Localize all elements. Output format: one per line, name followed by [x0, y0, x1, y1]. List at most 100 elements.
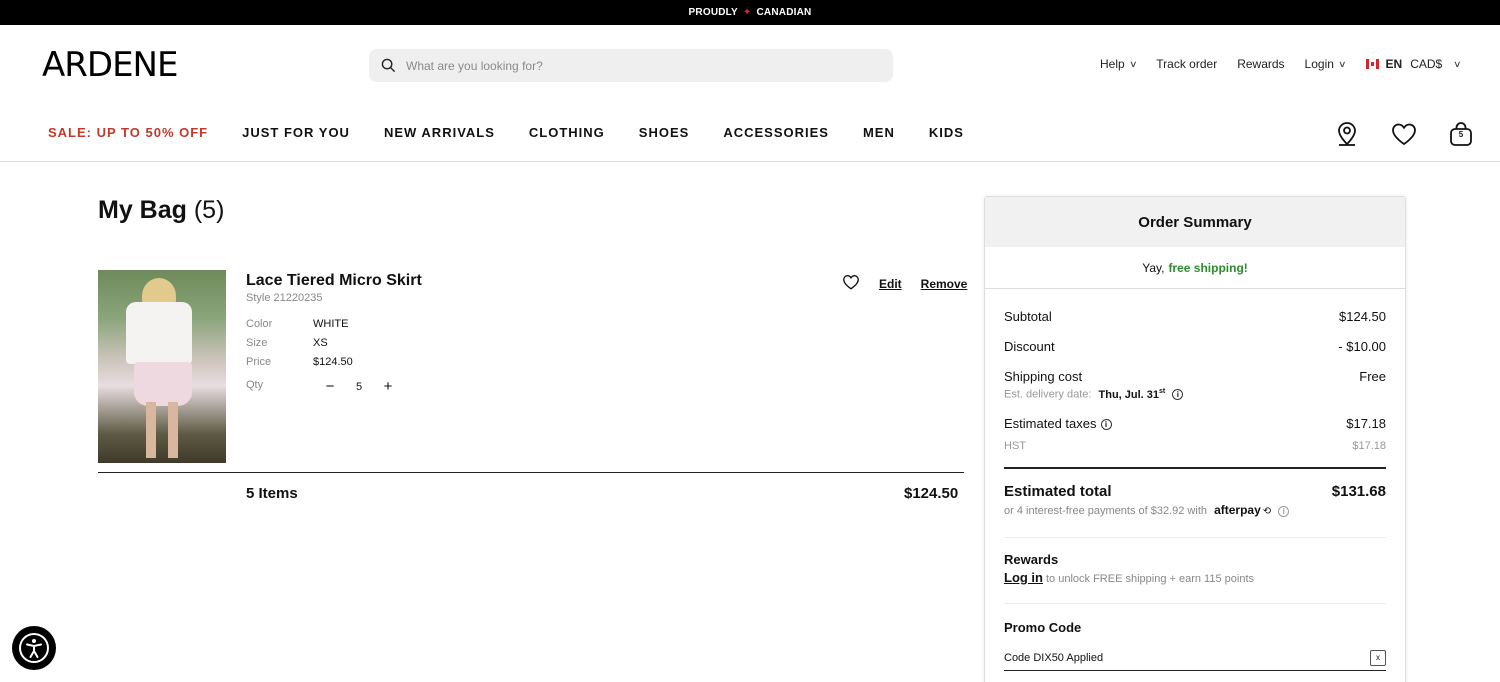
accessibility-icon [19, 633, 49, 663]
subtotal-row: Subtotal $124.50 [1004, 309, 1386, 324]
remove-link[interactable]: Remove [921, 277, 968, 291]
discount-value: - $10.00 [1338, 339, 1386, 354]
qty-label: Qty [246, 379, 264, 391]
items-total: $124.50 [904, 485, 959, 502]
product-image[interactable] [98, 270, 226, 463]
bag-title-text: My Bag [98, 196, 187, 224]
promo-heading: Promo Code [1004, 620, 1082, 635]
bag-count-badge: 5 [1458, 130, 1464, 139]
utility-nav: Help ∨ Track order Rewards Login ∨ EN CAD$… [1100, 57, 1481, 71]
discount-label: Discount [1004, 339, 1055, 354]
promo-code-field[interactable]: Code DIX50 Applied x [1004, 645, 1386, 671]
nav-item-accessories[interactable]: ACCESSORIES [723, 125, 829, 140]
search-bar[interactable] [369, 49, 893, 82]
qty-decrease-button[interactable]: − [320, 378, 340, 395]
hst-label: HST [1004, 440, 1026, 452]
nav-item-new-arrivals[interactable]: NEW ARRIVALS [384, 125, 495, 140]
delivery-date-row: Est. delivery date: Thu, Jul. 31st i [1004, 388, 1184, 401]
taxes-value: $17.18 [1346, 416, 1386, 431]
info-icon[interactable]: i [1278, 505, 1290, 517]
nav-item-shoes[interactable]: SHOES [639, 125, 690, 140]
nav-item-sale[interactable]: SALE: UP TO 50% OFF [48, 125, 208, 140]
color-value: WHITE [313, 318, 349, 330]
order-summary-title: Order Summary [985, 197, 1405, 247]
qty-value[interactable]: 5 [340, 381, 378, 393]
hst-row: HST $17.18 [1004, 440, 1386, 452]
header-icons: 5 [1333, 119, 1500, 149]
subtotal-label: Subtotal [1004, 309, 1052, 324]
price-label: Price [246, 356, 272, 368]
search-input[interactable] [406, 58, 866, 73]
promo-divider [1004, 603, 1386, 604]
afterpay-logo[interactable]: afterpay [1214, 503, 1261, 517]
wishlist-button[interactable] [1390, 119, 1418, 149]
info-icon[interactable]: i [1100, 419, 1112, 431]
rewards-text-row: Log in to unlock FREE shipping + earn 115… [1004, 570, 1254, 585]
chevron-down-icon: ∨ [1453, 58, 1462, 69]
currency-label: CAD$ [1410, 57, 1443, 71]
rewards-divider [1004, 537, 1386, 538]
nav-item-kids[interactable]: KIDS [929, 125, 964, 140]
maple-leaf-icon: ✦ [742, 7, 752, 18]
quantity-stepper: − 5 + [320, 378, 398, 395]
login-label: Login [1304, 57, 1334, 71]
free-shipping-text: free shipping! [1168, 260, 1248, 275]
help-menu[interactable]: Help ∨ [1100, 57, 1138, 71]
order-summary-panel: Order Summary Yay, free shipping! Subtot… [984, 196, 1406, 682]
bag-button[interactable]: 5 [1447, 119, 1475, 149]
store-locator-button[interactable] [1333, 119, 1361, 149]
chevron-down-icon: ∨ [1128, 58, 1138, 69]
login-menu[interactable]: Login ∨ [1304, 57, 1347, 71]
shipping-value: Free [1359, 369, 1386, 384]
topbar-right-text: CANADIAN [756, 7, 812, 18]
topbar-left-text: PROUDLY [688, 7, 738, 18]
product-style: Style 21220235 [246, 292, 323, 304]
afterpay-text: or 4 interest-free payments of $32.92 wi… [1004, 505, 1207, 517]
size-label: Size [246, 337, 268, 349]
promo-code-value: Code DIX50 Applied [1004, 651, 1104, 664]
estimated-total-row: Estimated total $131.68 [1004, 483, 1386, 500]
product-actions: Edit Remove [842, 273, 967, 294]
estimated-total-label: Estimated total [1004, 483, 1112, 500]
main-nav: SALE: UP TO 50% OFF JUST FOR YOU NEW ARR… [48, 125, 998, 140]
nav-item-clothing[interactable]: CLOTHING [529, 125, 605, 140]
header-divider [0, 161, 1500, 162]
track-order-link[interactable]: Track order [1156, 57, 1217, 71]
nav-item-men[interactable]: MEN [863, 125, 895, 140]
track-order-label: Track order [1156, 57, 1218, 71]
location-pin-icon [1338, 122, 1356, 146]
rewards-label: Rewards [1237, 57, 1285, 71]
estimated-total-value: $131.68 [1331, 483, 1386, 500]
qty-increase-button[interactable]: + [378, 378, 398, 395]
delivery-date: Thu, Jul. 31 [1098, 388, 1160, 401]
subtotal-value: $124.50 [1339, 309, 1386, 324]
delivery-date-suffix: st [1159, 388, 1166, 395]
edit-link[interactable]: Edit [879, 277, 902, 291]
info-icon[interactable]: i [1172, 389, 1184, 401]
language-label: EN [1385, 57, 1403, 71]
shipping-row: Shipping cost Free [1004, 369, 1386, 384]
afterpay-loop-icon: ⟲ [1262, 506, 1272, 517]
items-count-label: 5 Items [246, 485, 298, 502]
product-name[interactable]: Lace Tiered Micro Skirt [246, 272, 422, 290]
rewards-link[interactable]: Rewards [1237, 57, 1284, 71]
shipping-message: Yay, free shipping! [985, 247, 1405, 289]
chevron-down-icon: ∨ [1337, 58, 1347, 69]
wishlist-heart-button[interactable] [842, 273, 860, 294]
heart-icon [1392, 123, 1416, 146]
accessibility-button[interactable] [12, 626, 56, 670]
rewards-login-link[interactable]: Log in [1004, 570, 1043, 585]
price-value: $124.50 [313, 356, 353, 368]
rewards-heading: Rewards [1004, 552, 1059, 567]
bag-divider [98, 472, 964, 473]
total-divider [1004, 467, 1386, 469]
nav-item-just-for-you[interactable]: JUST FOR YOU [242, 125, 350, 140]
locale-selector[interactable]: EN CAD$ ∨ [1365, 57, 1462, 71]
remove-promo-button[interactable]: x [1370, 649, 1386, 666]
promo-topbar: PROUDLY ✦ CANADIAN [0, 0, 1500, 25]
heart-icon [843, 275, 859, 290]
help-label: Help [1100, 57, 1125, 71]
ardene-logo[interactable]: ARDENE [42, 45, 178, 85]
color-label: Color [246, 318, 273, 330]
shipping-msg-text: Yay, [1142, 260, 1165, 275]
